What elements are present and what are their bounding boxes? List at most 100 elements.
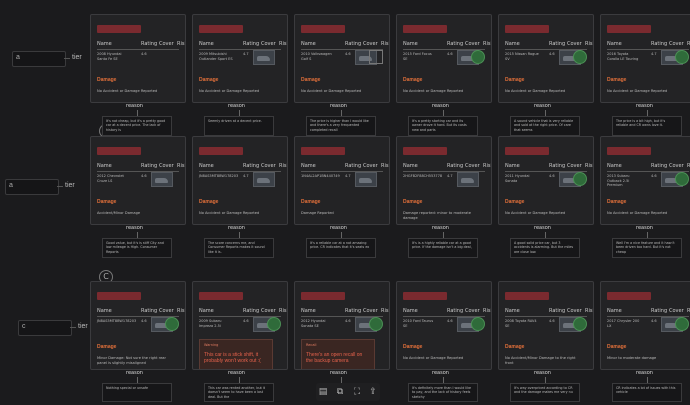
use-history-heading: Use History: [505, 102, 533, 103]
use-history-heading: Use History: [97, 102, 125, 103]
risk-gauge-icon: [675, 172, 689, 186]
damage-text: No Accident or Damage Reported: [301, 89, 362, 93]
risk-gauge-icon: [369, 317, 383, 331]
tier-select-b[interactable]: a: [5, 179, 59, 195]
reason-text: A good solid price car, but 3 accidents …: [510, 238, 580, 258]
car-rating: 4.7: [243, 174, 249, 178]
car-rating: 4.7: [447, 174, 453, 178]
car-card[interactable]: NameRatingCoverRisk 2009 Mitsubishi Outla…: [192, 14, 288, 103]
car-rating: 4.6: [651, 174, 657, 178]
tier-select-c[interactable]: c: [18, 320, 72, 336]
reason-text: It's is a highly reliable car at a good …: [408, 238, 478, 258]
car-thumbnail: [355, 172, 377, 187]
use-history-heading: Use History: [97, 224, 125, 225]
damage-heading: Damage: [403, 344, 423, 350]
tier-connector: [57, 186, 63, 187]
car-card[interactable]: NameRatingCoverRisk JN8AS5MT8BW178203 4.6 D…: [90, 281, 186, 370]
redacted-title: [403, 25, 447, 33]
damage-heading: Damage: [97, 344, 117, 350]
redacted-title: [403, 147, 447, 155]
use-history-heading: Use History: [403, 369, 431, 370]
reason-text: Nothing special or unsafe: [102, 383, 172, 402]
car-name: JN8AS5MT8BW178203: [199, 174, 239, 178]
use-history-heading: Use History: [199, 224, 227, 225]
reason-label: reason: [228, 370, 245, 376]
risk-box: [369, 50, 383, 64]
car-rating: 4.6: [549, 319, 555, 323]
copy-icon[interactable]: ⧉: [335, 386, 345, 398]
document-icon[interactable]: ▤: [318, 386, 328, 398]
reason-label: reason: [636, 103, 653, 109]
car-card[interactable]: NameRatingCoverRisk 2012 Chevrolet Cruze …: [90, 136, 186, 225]
reason-text: The score concerns me, and Consumer Repo…: [204, 238, 274, 258]
redacted-title: [505, 147, 549, 155]
car-card[interactable]: NameRatingCoverRisk 1N4AL2AP1BN440749 4.7 D…: [294, 136, 390, 225]
tier-select-a[interactable]: a: [12, 51, 66, 67]
car-rating: 4.6: [447, 52, 453, 56]
reason-text: It's not cheap, but it's a pretty good c…: [102, 116, 172, 136]
damage-heading: Damage: [403, 199, 423, 205]
reason-label: reason: [330, 370, 347, 376]
card-header: NameRatingCoverRisk: [301, 308, 389, 317]
car-card[interactable]: NameRatingCoverRisk 2017 Chrysler 200 LX 4…: [600, 281, 690, 370]
reason-text: It's definitely more than I would like t…: [408, 383, 478, 402]
reason-label: reason: [228, 225, 245, 231]
car-card[interactable]: NameRatingCoverRisk 2016 Toyota Corolla L…: [600, 14, 690, 103]
car-card[interactable]: NameRatingCoverRisk 2011 Hyundai Sonata 4.…: [498, 136, 594, 225]
reason-label: reason: [330, 225, 347, 231]
car-card[interactable]: NameRatingCoverRisk 2HGFB2F88CH553778 4.7 D…: [396, 136, 492, 225]
car-card[interactable]: NameRatingCoverRisk 2008 Hyundai Santa Fe…: [90, 14, 186, 103]
reason-label: reason: [126, 225, 143, 231]
reason-label: reason: [126, 103, 143, 109]
car-card[interactable]: NameRatingCoverRisk 2010 Volkswagen Golf …: [294, 14, 390, 103]
card-header: NameRatingCoverRisk: [199, 163, 287, 172]
damage-heading: Damage: [607, 344, 627, 350]
damage-text: No Accident/Minor Damage to the right fr…: [505, 356, 576, 365]
car-thumbnail: [151, 172, 173, 187]
car-thumbnail: [253, 172, 275, 187]
car-name: JN8AS5MT8BW178203: [97, 319, 137, 323]
reason-label: reason: [636, 370, 653, 376]
risk-gauge-icon: [573, 317, 587, 331]
car-card[interactable]: NameRatingCoverRisk 2009 Subaru Impreza 2…: [192, 281, 288, 370]
reason-label: reason: [432, 370, 449, 376]
reason-text: This car was rented another, but it does…: [204, 383, 274, 402]
export-icon[interactable]: ⇪: [368, 386, 378, 398]
damage-text: No Accident or Damage Reported: [607, 211, 668, 215]
redacted-title: [199, 292, 243, 300]
damage-text: No Accident or Damage Reported: [199, 89, 260, 93]
reason-text: Good value, but it's is stiff City and l…: [102, 238, 172, 258]
card-header: NameRatingCoverRisk: [97, 163, 185, 172]
risk-gauge-icon: [471, 50, 485, 64]
redacted-title: [607, 147, 651, 155]
car-card[interactable]: NameRatingCoverRisk JN8AS5MT8BW178203 4.7 D…: [192, 136, 288, 225]
reason-label: reason: [126, 370, 143, 376]
car-card[interactable]: NameRatingCoverRisk 2015 Ford Focus SE 4.6…: [396, 14, 492, 103]
card-header: NameRatingCoverRisk: [607, 41, 690, 50]
frame-icon[interactable]: ⛶: [352, 386, 362, 398]
car-card[interactable]: NameRatingCoverRisk 2008 Toyota RAV4 SE 4.…: [498, 281, 594, 370]
redacted-title: [199, 147, 243, 155]
car-card[interactable]: NameRatingCoverRisk 2012 Hyundai Sonata S…: [294, 281, 390, 370]
damage-text: No Accident or Damage Reported: [97, 89, 158, 93]
use-history-heading: Use History: [505, 224, 533, 225]
car-card[interactable]: NameRatingCoverRisk 2010 Ford Taurus SE 4.…: [396, 281, 492, 370]
risk-gauge-icon: [675, 317, 689, 331]
card-header: NameRatingCoverRisk: [403, 41, 491, 50]
card-header: NameRatingCoverRisk: [505, 308, 593, 317]
redacted-title: [199, 25, 243, 33]
redacted-title: [301, 25, 345, 33]
risk-gauge-icon: [267, 317, 281, 331]
damage-text: No Accident or Damage Reported: [505, 211, 566, 215]
redacted-title: [97, 292, 141, 300]
damage-text: No Accident or Damage Reported: [505, 89, 566, 93]
car-card[interactable]: NameRatingCoverRisk 2015 Nissan Rogue SV 4…: [498, 14, 594, 103]
car-rating: 4.6: [549, 52, 555, 56]
damage-text: Accident/Minor Damage: [97, 211, 141, 215]
reason-label: reason: [228, 103, 245, 109]
card-header: NameRatingCoverRisk: [301, 41, 389, 50]
car-name: 2010 Volkswagen Golf S: [301, 52, 332, 61]
car-name: 2008 Hyundai Santa Fe SE: [97, 52, 122, 61]
risk-gauge-icon: [573, 50, 587, 64]
car-card[interactable]: NameRatingCoverRisk 2013 Subaru Outback 2…: [600, 136, 690, 225]
